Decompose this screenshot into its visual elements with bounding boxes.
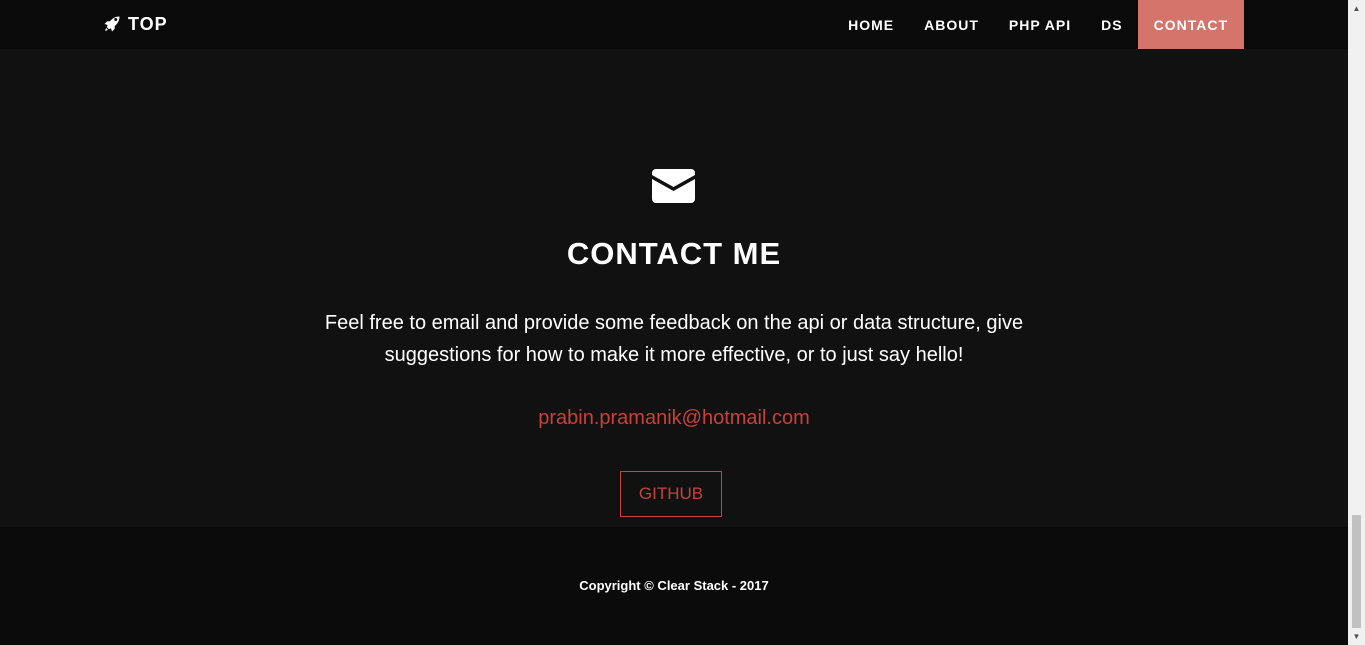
nav-menu: HOME ABOUT PHP API DS CONTACT (833, 0, 1244, 49)
github-button[interactable]: GITHUB (620, 471, 722, 517)
scrollbar-thumb[interactable] (1352, 515, 1361, 628)
nav-item-home[interactable]: HOME (833, 0, 909, 49)
copyright-text: Copyright © Clear Stack - 2017 (579, 578, 769, 593)
nav-item-ds[interactable]: DS (1086, 0, 1137, 49)
brand-link[interactable]: TOP (103, 13, 168, 35)
scroll-down-arrow-icon[interactable]: ▼ (1348, 628, 1365, 645)
contact-section: CONTACT ME Feel free to email and provid… (0, 49, 1348, 527)
rocket-icon (104, 16, 120, 32)
navbar: TOP HOME ABOUT PHP API DS CONTACT (0, 0, 1348, 49)
contact-blurb: Feel free to email and provide some feed… (324, 312, 1024, 366)
vertical-scrollbar[interactable]: ▲ ▼ (1348, 0, 1365, 645)
envelope-icon (652, 169, 695, 203)
footer: Copyright © Clear Stack - 2017 (0, 527, 1348, 645)
email-link[interactable]: prabin.pramanik@hotmail.com (0, 407, 1348, 430)
scroll-up-arrow-icon[interactable]: ▲ (1348, 0, 1365, 17)
viewport: TOP HOME ABOUT PHP API DS CONTACT CONTAC… (0, 0, 1348, 645)
brand-label: TOP (128, 13, 168, 34)
nav-item-contact[interactable]: CONTACT (1137, 0, 1244, 49)
contact-heading: CONTACT ME (566, 236, 782, 271)
page: TOP HOME ABOUT PHP API DS CONTACT CONTAC… (0, 0, 1365, 645)
nav-item-php-api[interactable]: PHP API (994, 0, 1086, 49)
nav-item-about[interactable]: ABOUT (909, 0, 994, 49)
